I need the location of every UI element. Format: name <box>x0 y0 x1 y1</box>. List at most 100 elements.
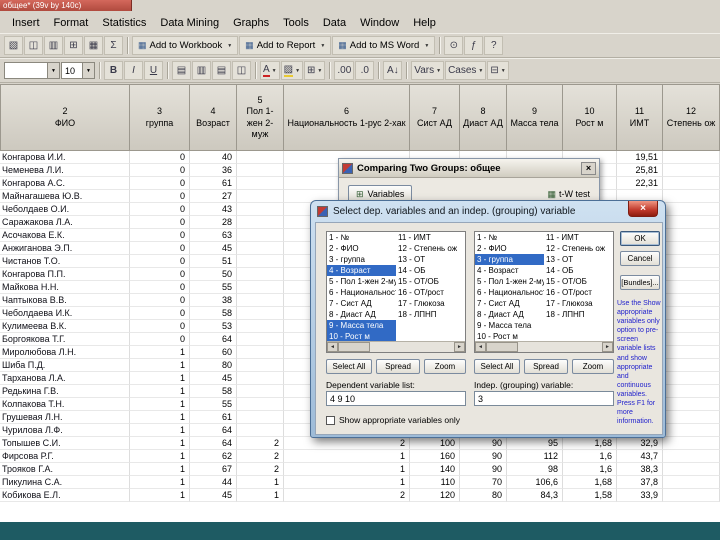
cell[interactable] <box>237 294 284 307</box>
cell[interactable]: 1 <box>130 476 190 489</box>
cell[interactable] <box>663 281 720 294</box>
grid-icon[interactable]: ⊞ <box>64 36 83 55</box>
cell[interactable] <box>663 411 720 424</box>
cell[interactable]: 19,51 <box>617 151 663 164</box>
cell[interactable]: Кулимеева В.К. <box>0 320 130 333</box>
cell[interactable] <box>237 164 284 177</box>
variable-item[interactable]: 14 - ОБ <box>544 265 613 276</box>
cell[interactable] <box>663 216 720 229</box>
column-header-12[interactable]: 12 Степень ож <box>663 84 720 151</box>
cell[interactable]: Колпакова Т.Н. <box>0 398 130 411</box>
cell[interactable]: 50 <box>190 268 237 281</box>
cell[interactable]: Анжиганова Э.П. <box>0 242 130 255</box>
cell[interactable]: Конгарова П.П. <box>0 268 130 281</box>
cell[interactable] <box>237 190 284 203</box>
cell[interactable]: 70 <box>460 476 507 489</box>
cell[interactable]: 38 <box>190 294 237 307</box>
scrollbar-thumb[interactable] <box>486 342 518 352</box>
cell[interactable]: 58 <box>190 307 237 320</box>
column-header-9[interactable]: 9 Масса тела <box>507 84 563 151</box>
cell[interactable]: 43,7 <box>617 450 663 463</box>
cell[interactable] <box>663 346 720 359</box>
cell[interactable] <box>663 164 720 177</box>
show-appropriate-variables-checkbox[interactable]: Show appropriate variables only <box>326 415 460 425</box>
cell[interactable]: Кобикова Е.Л. <box>0 489 130 502</box>
variable-item[interactable]: 13 - ОТ <box>544 254 613 265</box>
variable-item[interactable]: 8 - Диаст АД <box>475 309 544 320</box>
align-center-button[interactable]: ▥ <box>192 61 211 80</box>
cell[interactable]: 0 <box>130 164 190 177</box>
cell[interactable]: Конгарова А.С. <box>0 177 130 190</box>
cell[interactable] <box>237 242 284 255</box>
variable-item[interactable]: 5 - Пол 1-жен 2-муж <box>475 276 544 287</box>
copy-icon[interactable]: ◫ <box>24 36 43 55</box>
underline-button[interactable]: U <box>144 61 163 80</box>
cell[interactable]: 2 <box>237 450 284 463</box>
cell[interactable]: 0 <box>130 281 190 294</box>
sort-button[interactable]: A↓ <box>383 61 403 80</box>
sum-icon[interactable]: Σ <box>104 36 123 55</box>
scroll-left-icon[interactable]: ◄ <box>327 342 338 352</box>
add-to-report-button[interactable]: ▦ Add to Report ▼ <box>239 36 332 55</box>
variable-item[interactable]: 4 - Возраст <box>327 265 396 276</box>
cell[interactable]: 1 <box>130 437 190 450</box>
cell[interactable]: Шиба П.Д. <box>0 359 130 372</box>
cell[interactable] <box>237 203 284 216</box>
column-header-3[interactable]: 3 группа <box>130 84 190 151</box>
variable-item[interactable]: 8 - Диаст АД <box>327 309 396 320</box>
bold-button[interactable]: B <box>104 61 123 80</box>
scrollbar-thumb[interactable] <box>338 342 370 352</box>
variable-item[interactable]: 15 - ОТ/ОБ <box>544 276 613 287</box>
cell[interactable] <box>663 307 720 320</box>
bundles-button[interactable]: [Bundles]... <box>620 275 660 290</box>
cell[interactable] <box>237 281 284 294</box>
variable-item[interactable]: 11 - ИМТ <box>396 232 465 243</box>
cell[interactable]: Саражакова Л.А. <box>0 216 130 229</box>
cell[interactable] <box>663 385 720 398</box>
cell[interactable]: 1 <box>130 450 190 463</box>
checkbox-icon[interactable] <box>326 415 335 425</box>
cell[interactable]: 45 <box>190 242 237 255</box>
cell[interactable]: Топышев С.И. <box>0 437 130 450</box>
cell[interactable]: 44 <box>190 476 237 489</box>
menu-item-statistics[interactable]: Statistics <box>95 15 153 31</box>
column-header-2[interactable]: 2 ФИО <box>0 84 130 151</box>
variable-item[interactable]: 9 - Масса тела <box>475 320 544 331</box>
cell[interactable]: 32,9 <box>617 437 663 450</box>
cell[interactable]: 0 <box>130 255 190 268</box>
cell[interactable]: 1 <box>130 489 190 502</box>
cell[interactable]: 61 <box>190 177 237 190</box>
cell[interactable] <box>237 346 284 359</box>
cell[interactable]: 22,31 <box>617 177 663 190</box>
align-right-button[interactable]: ▤ <box>212 61 231 80</box>
cell[interactable] <box>237 255 284 268</box>
cell[interactable]: 140 <box>410 463 460 476</box>
scroll-right-icon[interactable]: ► <box>602 342 613 352</box>
variable-item[interactable]: 3 - группа <box>475 254 544 265</box>
cell[interactable]: 1 <box>130 463 190 476</box>
cell[interactable] <box>237 229 284 242</box>
add-to-workbook-button[interactable]: ▦ Add to Workbook ▼ <box>132 36 239 55</box>
cell[interactable] <box>237 268 284 281</box>
cell[interactable]: 60 <box>190 346 237 359</box>
cell[interactable]: 90 <box>460 437 507 450</box>
variable-item[interactable]: 17 - Глюкоза <box>396 298 465 309</box>
cell[interactable]: Майкова Н.Н. <box>0 281 130 294</box>
cell[interactable] <box>237 359 284 372</box>
column-header-4[interactable]: 4 Возраст <box>190 84 237 151</box>
cell[interactable] <box>237 307 284 320</box>
variable-item[interactable]: 1 - № <box>327 232 396 243</box>
cell[interactable] <box>237 424 284 437</box>
cell[interactable] <box>663 437 720 450</box>
menu-item-data-mining[interactable]: Data Mining <box>153 15 226 31</box>
cell[interactable]: 1 <box>284 450 410 463</box>
cell[interactable]: 106,6 <box>507 476 563 489</box>
cell[interactable] <box>237 151 284 164</box>
cell[interactable]: 51 <box>190 255 237 268</box>
cell[interactable]: 67 <box>190 463 237 476</box>
cell[interactable]: 36 <box>190 164 237 177</box>
cell[interactable] <box>663 294 720 307</box>
cell[interactable]: 95 <box>507 437 563 450</box>
cell[interactable]: Чистанов Т.О. <box>0 255 130 268</box>
cell[interactable]: 0 <box>130 151 190 164</box>
